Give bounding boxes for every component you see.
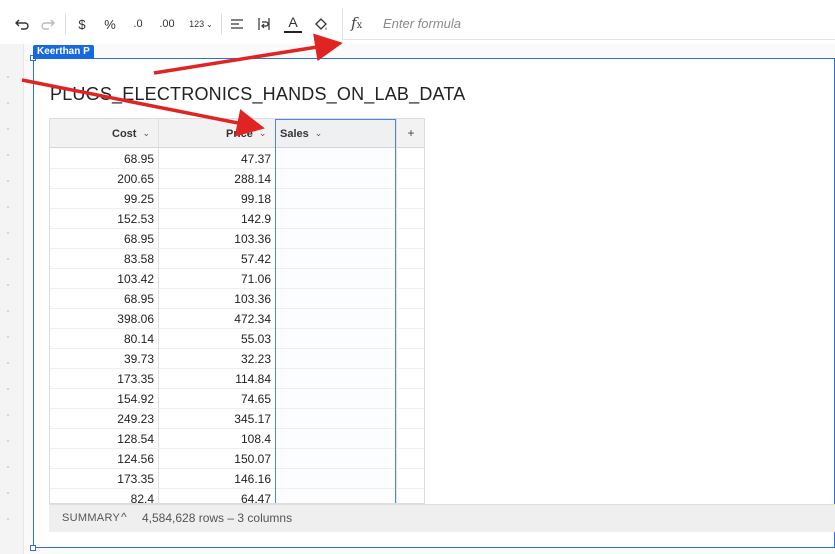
currency-format-button[interactable]: $ <box>74 14 90 34</box>
price-cell[interactable]: 472.34 <box>158 309 271 329</box>
cost-cell[interactable]: 173.35 <box>50 469 154 489</box>
percent-format-button[interactable]: % <box>100 14 120 34</box>
column-header-label: Price <box>226 127 253 140</box>
price-cell[interactable]: 150.07 <box>158 449 271 469</box>
text-wrap-icon[interactable] <box>255 14 273 34</box>
chevron-up-icon[interactable]: ^ <box>121 510 127 524</box>
price-cell[interactable]: 47.37 <box>158 149 271 169</box>
number-format-label: 123 <box>189 19 205 29</box>
cost-cell[interactable]: 68.95 <box>50 149 154 169</box>
price-cell[interactable]: 146.16 <box>158 469 271 489</box>
price-cell[interactable]: 74.65 <box>158 389 271 409</box>
cost-cell[interactable]: 68.95 <box>50 289 154 309</box>
formula-bar: fx <box>342 8 835 40</box>
cost-cell[interactable]: 39.73 <box>50 349 154 369</box>
chevron-down-icon: ⌄ <box>206 19 213 29</box>
cost-cell[interactable]: 398.06 <box>50 309 154 329</box>
price-cell[interactable]: 114.84 <box>158 369 271 389</box>
decrease-decimals-button[interactable]: .0 <box>128 14 148 34</box>
cost-cell[interactable]: 154.92 <box>50 389 154 409</box>
table-title[interactable]: PLUGS_ELECTRONICS_HANDS_ON_LAB_DATA <box>50 84 465 105</box>
cost-cell[interactable]: 103.42 <box>50 269 154 289</box>
price-cell[interactable]: 108.4 <box>158 429 271 449</box>
cost-cell[interactable]: 83.58 <box>50 249 154 269</box>
price-cell[interactable]: 142.9 <box>158 209 271 229</box>
cost-cell[interactable]: 152.53 <box>50 209 154 229</box>
cost-cell[interactable]: 200.65 <box>50 169 154 189</box>
undo-icon[interactable] <box>12 14 32 34</box>
function-icon[interactable]: fx <box>351 14 362 32</box>
data-table: Cost ⌄ Price ⌄ Sales ⌄ + 68.95 47.37 200.6… <box>49 118 425 504</box>
cost-cell[interactable]: 99.25 <box>50 189 154 209</box>
left-rail <box>0 44 24 554</box>
fill-color-icon[interactable] <box>311 14 331 34</box>
price-cell[interactable]: 55.03 <box>158 329 271 349</box>
price-cell[interactable]: 288.14 <box>158 169 271 189</box>
summary-row-column-count: 4,584,628 rows – 3 columns <box>142 511 293 525</box>
price-cell[interactable]: 57.42 <box>158 249 271 269</box>
text-color-icon[interactable]: A <box>282 14 304 34</box>
summary-label: SUMMARY <box>62 512 121 524</box>
price-cell[interactable]: 71.06 <box>158 269 271 289</box>
increase-decimals-button[interactable]: .00 <box>156 14 178 34</box>
redo-icon[interactable] <box>38 14 58 34</box>
cost-cell[interactable]: 80.14 <box>50 329 154 349</box>
cost-cell[interactable]: 249.23 <box>50 409 154 429</box>
cost-cell[interactable]: 124.56 <box>50 449 154 469</box>
number-format-dropdown[interactable]: 123 ⌄ <box>186 14 216 34</box>
cost-cell[interactable]: 68.95 <box>50 229 154 249</box>
chevron-down-icon[interactable]: ⌄ <box>142 128 150 139</box>
selected-column-highlight <box>275 119 396 503</box>
column-header-label: Cost <box>112 127 137 140</box>
price-cell[interactable]: 345.17 <box>158 409 271 429</box>
chevron-down-icon[interactable]: ⌄ <box>259 128 267 139</box>
cost-cell[interactable]: 173.35 <box>50 369 154 389</box>
resize-handle[interactable] <box>30 545 36 551</box>
formula-input[interactable] <box>383 10 823 36</box>
price-cell[interactable]: 103.36 <box>158 229 271 249</box>
workbook-screen: $ % .0 .00 123 ⌄ A fx Enter formula Keer… <box>0 0 835 554</box>
cost-cell[interactable]: 82.4 <box>50 489 154 503</box>
collaborator-tag: Keerthan P <box>33 45 94 59</box>
cost-cell[interactable]: 128.54 <box>50 429 154 449</box>
price-cell[interactable]: 32.23 <box>158 349 271 369</box>
summary-bar[interactable]: SUMMARY ^ 4,584,628 rows – 3 columns <box>49 504 835 532</box>
price-cell[interactable]: 64.47 <box>158 489 271 503</box>
price-cell[interactable]: 99.18 <box>158 189 271 209</box>
align-left-icon[interactable] <box>228 14 246 34</box>
formatting-toolbar: $ % .0 .00 123 ⌄ A fx <box>0 0 835 44</box>
add-column-button[interactable]: + <box>396 119 424 148</box>
column-header-cost[interactable]: Cost ⌄ <box>112 119 150 148</box>
price-cell[interactable]: 103.36 <box>158 289 271 309</box>
column-header-price[interactable]: Price ⌄ <box>226 119 266 148</box>
